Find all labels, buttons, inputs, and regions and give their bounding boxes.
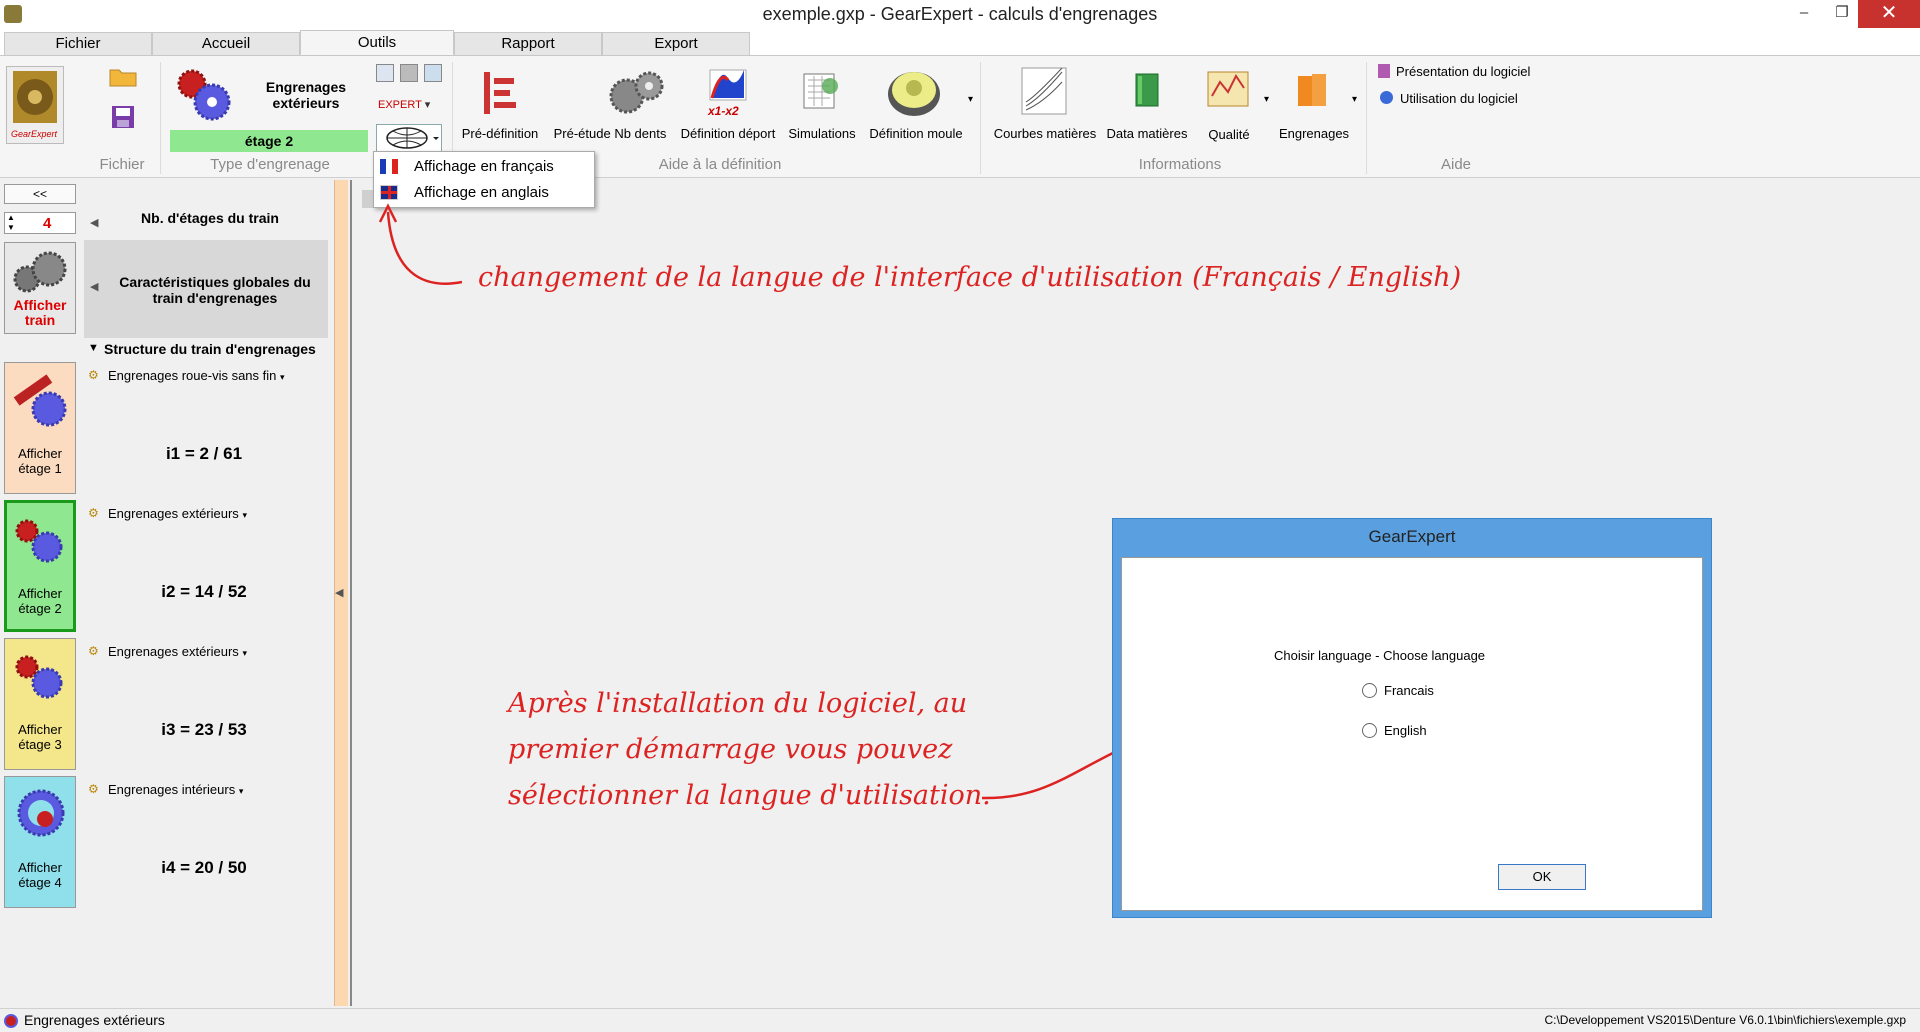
dialog-title: GearExpert	[1368, 527, 1456, 546]
radio-english[interactable]	[1362, 723, 1377, 738]
status-left: Engrenages extérieurs	[24, 1012, 165, 1028]
language-dialog: GearExpert Choisir language - Choose lan…	[1112, 518, 1712, 918]
gear-status-icon	[4, 1014, 18, 1028]
install-annotation-line-3: sélectionner la langue d'utilisation.	[508, 780, 991, 811]
radio-francais[interactable]	[1362, 683, 1377, 698]
language-annotation: changement de la langue de l'interface d…	[478, 262, 1462, 293]
install-annotation-line-1: Après l'installation du logiciel, au	[508, 688, 968, 719]
ok-button[interactable]: OK	[1498, 864, 1586, 890]
dialog-prompt: Choisir language - Choose language	[1274, 648, 1486, 663]
radio-francais-label[interactable]: Francais	[1384, 683, 1434, 698]
status-bar: Engrenages extérieurs C:\Developpement V…	[0, 1008, 1920, 1032]
install-annotation-line-2: premier démarrage vous pouvez	[508, 734, 953, 765]
status-file-path: C:\Developpement VS2015\Denture V6.0.1\b…	[1544, 1013, 1906, 1027]
dialog-body: Choisir language - Choose language Franc…	[1121, 557, 1703, 911]
radio-english-label[interactable]: English	[1384, 723, 1427, 738]
